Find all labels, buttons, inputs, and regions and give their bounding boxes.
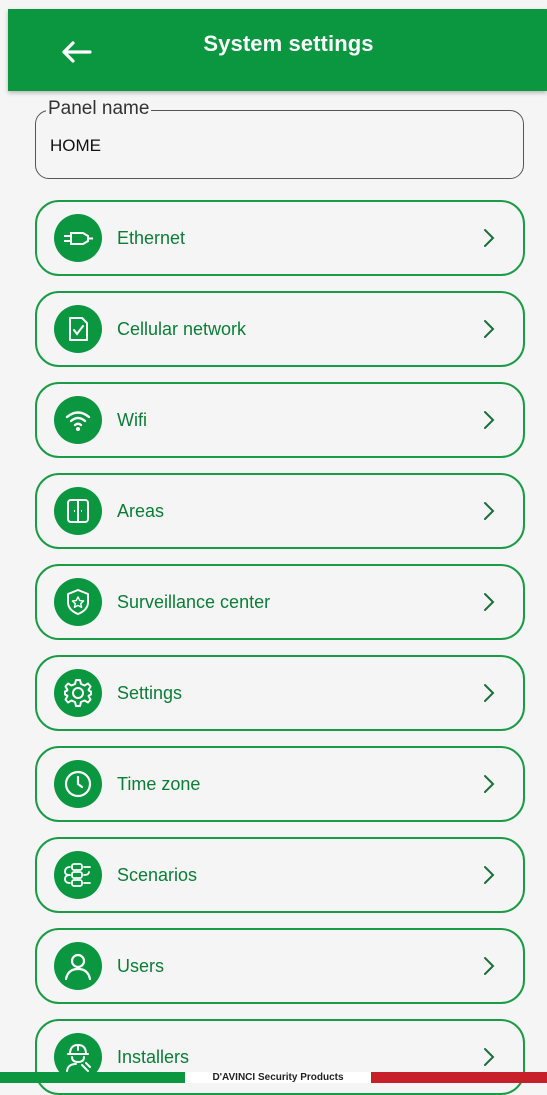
clock-icon	[54, 760, 102, 808]
menu-item-settings[interactable]: Settings	[35, 655, 525, 731]
chevron-right-icon	[477, 497, 501, 525]
menu-item-installers[interactable]: Installers	[35, 1019, 525, 1095]
panel-name-value[interactable]: HOME	[50, 136, 101, 156]
menu-item-scenarios[interactable]: Scenarios	[35, 837, 525, 913]
chevron-right-icon	[477, 315, 501, 343]
panel-name-field[interactable]: Panel name HOME	[35, 99, 524, 179]
sim-card-icon	[54, 305, 102, 353]
menu-item-label: Wifi	[117, 410, 147, 430]
menu-item-label: Areas	[117, 501, 165, 521]
page-title: System settings	[203, 31, 374, 56]
menu-item-label: Settings	[117, 683, 183, 703]
chevron-right-icon	[477, 861, 501, 889]
menu-item-label: Surveillance center	[117, 592, 271, 612]
menu-item-label: Time zone	[117, 774, 201, 794]
chevron-right-icon	[477, 1043, 501, 1071]
user-icon	[54, 942, 102, 990]
footer-brand-bar: D'AVINCI Security Products	[0, 1072, 547, 1083]
scenarios-icon	[54, 851, 102, 899]
menu-item-label: Ethernet	[117, 228, 186, 248]
chevron-right-icon	[477, 770, 501, 798]
chevron-right-icon	[477, 679, 501, 707]
menu-item-ethernet[interactable]: Ethernet	[35, 200, 525, 276]
gear-icon	[54, 669, 102, 717]
menu-item-label: Installers	[117, 1047, 190, 1067]
chevron-right-icon	[477, 952, 501, 980]
areas-icon	[54, 487, 102, 535]
menu-item-label: Users	[117, 956, 165, 976]
menu-item-wifi[interactable]: Wifi	[35, 382, 525, 458]
police-badge-icon	[54, 578, 102, 626]
chevron-right-icon	[477, 588, 501, 616]
menu-item-surveillance-center[interactable]: Surveillance center	[35, 564, 525, 640]
panel-name-label: Panel name	[46, 98, 152, 119]
footer-red-segment	[371, 1072, 547, 1083]
menu-item-users[interactable]: Users	[35, 928, 525, 1004]
wifi-icon	[54, 396, 102, 444]
top-app-bar: System settings	[8, 9, 547, 91]
ethernet-icon	[54, 214, 102, 262]
menu-item-label: Scenarios	[117, 865, 198, 885]
menu-item-areas[interactable]: Areas	[35, 473, 525, 549]
menu-item-label: Cellular network	[117, 319, 247, 339]
menu-item-cellular-network[interactable]: Cellular network	[35, 291, 525, 367]
chevron-right-icon	[477, 224, 501, 252]
footer-green-segment	[0, 1072, 185, 1083]
menu-item-time-zone[interactable]: Time zone	[35, 746, 525, 822]
chevron-right-icon	[477, 406, 501, 434]
footer-brand-text: D'AVINCI Security Products	[185, 1072, 371, 1083]
